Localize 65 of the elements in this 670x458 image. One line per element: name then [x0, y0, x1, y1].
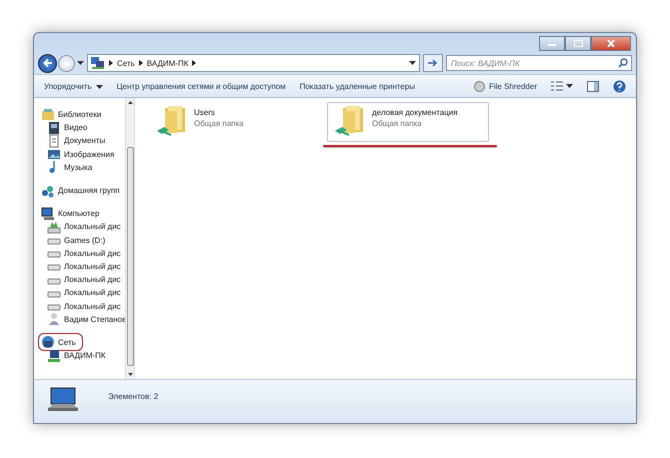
computer-icon — [48, 386, 78, 412]
shared-folder-icon — [334, 105, 366, 139]
tree-item[interactable]: Локальный дис — [45, 272, 123, 287]
plugin-button[interactable]: File Shredder — [470, 78, 541, 94]
arrow-left-icon — [42, 57, 54, 69]
network-icon — [91, 57, 105, 69]
scroll-down-icon[interactable] — [128, 373, 132, 376]
address-field[interactable]: Сеть ВАДИМ-ПК — [87, 54, 420, 72]
tree-item[interactable]: Музыка — [45, 160, 94, 174]
tree-item[interactable]: Локальный дис — [45, 246, 123, 260]
folder-name: деловая документация — [372, 108, 458, 117]
film-icon — [47, 120, 61, 135]
chevron-icon[interactable] — [138, 60, 143, 66]
user-icon — [47, 312, 61, 326]
tree-item[interactable]: Видео — [45, 120, 90, 135]
close-button[interactable] — [591, 36, 631, 51]
toolbar-button[interactable]: Центр управления сетями и общим доступом — [112, 80, 290, 92]
network-icon — [41, 335, 55, 350]
shared-folder-tile[interactable]: Users Общая папка — [149, 102, 299, 142]
arrow-right-icon — [427, 58, 439, 68]
shredder-icon — [474, 80, 485, 92]
picture-icon — [47, 147, 61, 162]
tree-item[interactable]: Компьютер — [39, 206, 102, 221]
chevron-icon[interactable] — [109, 60, 113, 66]
breadcrumb[interactable]: ВАДИМ-ПК — [146, 58, 188, 68]
toolbar-button[interactable]: Показать удаленные принтеры — [296, 80, 419, 92]
item-count: Элементов: 2 — [108, 391, 158, 401]
chevron-icon[interactable] — [192, 60, 196, 66]
scroll-up-icon[interactable] — [128, 101, 132, 104]
computer-icon — [41, 206, 55, 221]
go-button[interactable] — [423, 54, 443, 72]
tree-item[interactable]: Сеть — [39, 334, 82, 350]
folder-type: Общая папка — [194, 119, 244, 128]
tree-item[interactable]: Локальный дис — [45, 299, 123, 314]
library-icon — [41, 108, 55, 122]
document-icon — [47, 134, 61, 148]
folder-name: Users — [194, 108, 216, 117]
tree-item[interactable]: ВАДИМ-ПК — [45, 348, 108, 363]
tree-item[interactable]: Games (D:) — [45, 233, 108, 248]
back-button[interactable] — [38, 54, 57, 72]
breadcrumb[interactable]: Сеть — [117, 58, 135, 68]
scroll-thumb[interactable] — [126, 147, 134, 366]
homegroup-icon — [41, 184, 55, 198]
maximize-button[interactable] — [565, 36, 591, 51]
dropdown-button[interactable] — [409, 61, 416, 65]
drive-icon — [47, 220, 61, 234]
folder-type: Общая папка — [372, 119, 423, 128]
shared-folder-tile[interactable]: деловая документация Общая папка — [327, 102, 489, 142]
tree-item[interactable]: Локальный дис — [45, 286, 123, 300]
scrollbar[interactable] — [125, 98, 134, 379]
computer-icon — [47, 348, 61, 363]
close-icon — [606, 40, 616, 47]
tree-item[interactable]: Локальный дис — [45, 259, 123, 274]
maximize-icon — [574, 40, 582, 47]
shared-folder-icon — [156, 105, 188, 139]
minimize-button[interactable] — [539, 36, 565, 51]
tree-item[interactable]: Документы — [45, 134, 108, 148]
tree-item[interactable]: Изображения — [45, 147, 116, 162]
search-icon — [618, 58, 628, 68]
search-field[interactable]: Поиск: ВАДИМ-ПК — [446, 55, 632, 71]
tree-item[interactable]: Локальный дис — [45, 220, 123, 234]
caret-icon[interactable] — [77, 61, 84, 65]
toolbar-button[interactable]: Упорядочить — [40, 80, 107, 92]
tree-item[interactable]: Библиотеки — [39, 108, 104, 122]
tree-item[interactable]: Домашняя групп — [39, 184, 122, 198]
